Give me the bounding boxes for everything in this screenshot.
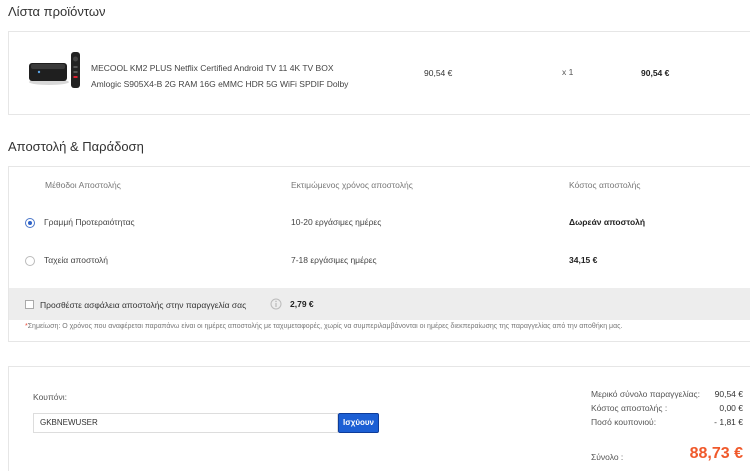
shipping-option-priority[interactable]: Γραμμή Προτεραιότητας 10-20 εργάσιμες ημ… (9, 213, 750, 233)
product-line-total: 90,54 € (641, 68, 670, 78)
shipping-insurance-price: 2,79 € (290, 299, 314, 309)
coupon-input[interactable]: GKBNEWUSER (33, 413, 338, 433)
shipping-insurance-label[interactable]: Προσθέστε ασφάλεια αποστολής στην παραγγ… (40, 300, 246, 310)
subtotal-label: Μερικό σύνολο παραγγελίας: (591, 389, 700, 399)
shipping-cost-value: 0,00 € (719, 403, 743, 413)
shipping-option-radio[interactable] (25, 256, 35, 266)
shipping-option-time: 7-18 εργάσιμες ημέρες (291, 255, 377, 265)
product-quantity: x 1 (562, 67, 574, 77)
shipping-option-cost: Δωρεάν αποστολή (569, 217, 646, 227)
shipping-cost-label: Κόστος αποστολής : (591, 403, 668, 413)
shipping-note: *Σημείωση: Ο χρόνος που αναφέρεται παραπ… (25, 323, 622, 330)
subtotal-value: 90,54 € (714, 389, 743, 399)
product-name-line1: MECOOL KM2 PLUS Netflix Certified Androi… (91, 63, 334, 73)
total-label: Σύνολο : (591, 452, 624, 462)
tv-box-with-remote-icon (29, 52, 80, 88)
shipping-note-text: Σημείωση: Ο χρόνος που αναφέρεται παραπά… (27, 323, 623, 330)
product-name[interactable]: MECOOL KM2 PLUS Netflix Certified Androi… (91, 60, 391, 92)
shipping-option-time: 10-20 εργάσιμες ημέρες (291, 217, 382, 227)
coupon-summary-panel: Κουπόνι: GKBNEWUSER Ισχύουν Μερικό σύνολ… (8, 366, 750, 471)
shipping-section-title: Αποστολή & Παράδοση (8, 139, 144, 154)
products-section-title: Λίστα προϊόντων (8, 4, 106, 19)
product-unit-price: 90,54 € (424, 68, 453, 78)
shipping-insurance-checkbox[interactable] (25, 300, 34, 309)
shipping-insurance-bar: Προσθέστε ασφάλεια αποστολής στην παραγγ… (9, 288, 750, 320)
shipping-option-express[interactable]: Ταχεία αποστολή 7-18 εργάσιμες ημέρες 34… (9, 251, 750, 271)
shipping-option-name: Γραμμή Προτεραιότητας (44, 217, 135, 227)
coupon-amount-value: - 1,81 € (714, 417, 743, 427)
product-list: MECOOL KM2 PLUS Netflix Certified Androi… (8, 31, 750, 115)
coupon-label: Κουπόνι: (33, 392, 68, 402)
info-icon[interactable] (270, 298, 282, 310)
shipping-method-header: Μέθοδοι Αποστολής (45, 180, 121, 190)
shipping-option-radio[interactable] (25, 218, 35, 228)
shipping-cost-header: Κόστος αποστολής (569, 180, 641, 190)
shipping-panel: Μέθοδοι Αποστολής Εκτιμώμενος χρόνος απο… (8, 166, 750, 342)
shipping-option-cost: 34,15 € (569, 255, 598, 265)
product-name-line2: Amlogic S905X4-B 2G RAM 16G eMMC HDR 5G … (91, 79, 349, 89)
shipping-option-name: Ταχεία αποστολή (44, 255, 108, 265)
coupon-amount-label: Ποσό κουπονιού: (591, 417, 657, 427)
apply-coupon-button[interactable]: Ισχύουν (338, 413, 379, 433)
shipping-time-header: Εκτιμώμενος χρόνος αποστολής (291, 180, 413, 190)
total-value: 88,73 € (689, 445, 743, 462)
